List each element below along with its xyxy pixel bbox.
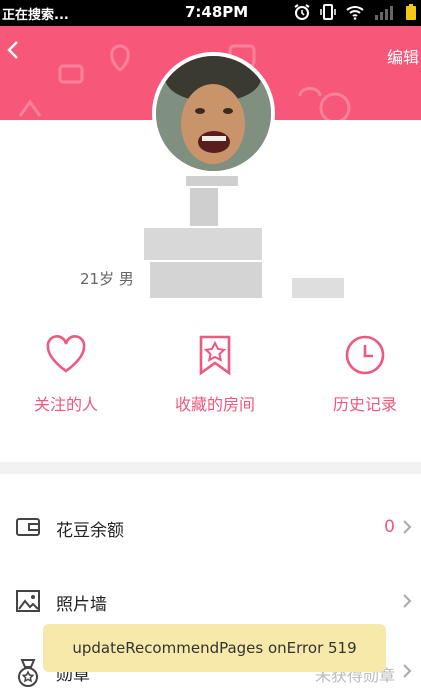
history-button[interactable]: 历史记录: [305, 333, 421, 415]
wifi-icon: [345, 4, 365, 24]
status-time: 7:48PM: [185, 3, 249, 21]
back-button[interactable]: [6, 40, 30, 64]
chevron-right-icon: [401, 519, 413, 535]
favorite-rooms-button[interactable]: 收藏的房间: [155, 333, 275, 415]
following-button[interactable]: 关注的人: [6, 333, 126, 415]
history-label: 历史记录: [332, 395, 397, 414]
chevron-left-icon: [7, 41, 18, 59]
quick-actions: 关注的人 收藏的房间 历史记录: [0, 333, 421, 433]
alarm-icon: [293, 3, 311, 25]
following-label: 关注的人: [33, 395, 98, 414]
favorite-rooms-label: 收藏的房间: [174, 395, 255, 414]
censored-name-block: [292, 278, 344, 298]
chevron-right-icon: [401, 593, 413, 609]
section-divider: [0, 462, 421, 474]
status-icons: [293, 3, 417, 25]
battery-icon: [405, 3, 417, 25]
censored-name-block: [190, 188, 218, 226]
balance-value: 0: [384, 517, 395, 537]
heart-icon: [44, 333, 88, 377]
image-icon: [15, 588, 41, 614]
chevron-right-icon: [401, 663, 413, 679]
error-toast: updateRecommendPages onError 519: [43, 624, 386, 672]
age-gender-text: 21岁 男: [80, 270, 134, 288]
vibrate-icon: [320, 3, 336, 25]
wallet-icon: [15, 514, 41, 540]
signal-icon: [374, 4, 396, 24]
photo-wall-label: 照片墙: [56, 595, 107, 615]
censored-name-block: [144, 228, 262, 260]
censored-name-block: [150, 262, 262, 298]
menu-row-photo-wall[interactable]: 照片墙: [0, 570, 421, 632]
avatar[interactable]: [152, 52, 275, 175]
clock-icon: [343, 333, 387, 377]
medal-icon: [15, 658, 41, 687]
status-searching-text: 正在搜索...: [2, 8, 69, 23]
avatar-photo: [156, 56, 271, 171]
status-bar: 正在搜索... 7:48PM: [0, 0, 421, 26]
edit-button[interactable]: 编辑: [387, 44, 421, 68]
balance-label: 花豆余额: [56, 521, 124, 541]
censored-name-block: [186, 176, 238, 186]
menu-row-balance[interactable]: 花豆余额 0: [0, 496, 421, 558]
bookmark-star-icon: [193, 333, 237, 377]
